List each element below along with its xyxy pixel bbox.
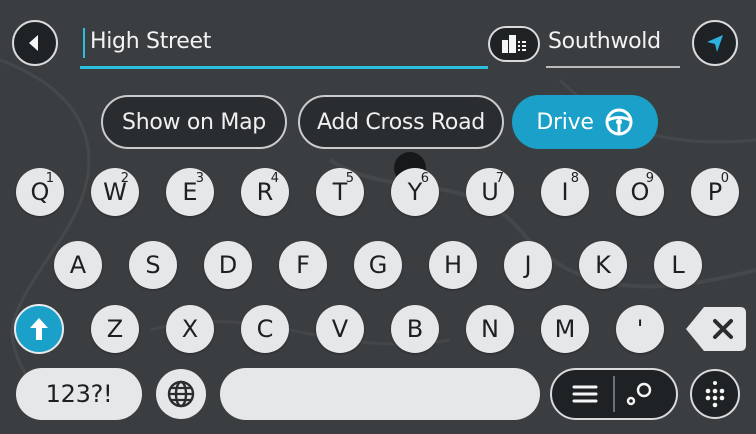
back-arrow-icon [29,35,38,51]
backspace-icon [686,307,746,351]
key-q[interactable]: Q1 [16,168,64,216]
navigation-arrow-icon [707,35,723,52]
back-button[interactable] [12,20,58,66]
key-w[interactable]: W2 [91,168,139,216]
key-x[interactable]: X [166,305,214,353]
key-n[interactable]: N [466,305,514,353]
key-e[interactable]: E3 [166,168,214,216]
key-apostrophe[interactable]: ' [616,305,664,353]
key-m[interactable]: M [541,305,589,353]
space-bar[interactable] [220,368,540,420]
shift-arrow-icon [30,318,48,340]
search-query: High Street [90,29,212,54]
numbers-toggle-label: 123?! [45,380,113,408]
key-a[interactable]: A [54,241,102,289]
city-underline [546,66,680,68]
key-g[interactable]: G [354,241,402,289]
add-cross-road-label: Add Cross Road [317,109,485,135]
keyboard-options-button[interactable] [690,369,740,419]
key-v[interactable]: V [316,305,364,353]
show-on-map-label: Show on Map [122,109,266,135]
key-o[interactable]: O9 [616,168,664,216]
key-k[interactable]: K [579,241,627,289]
language-button[interactable] [156,369,206,419]
numbers-toggle-button[interactable]: 123?! [16,368,142,420]
key-c[interactable]: C [241,305,289,353]
key-j[interactable]: J [504,241,552,289]
key-l[interactable]: L [654,241,702,289]
add-cross-road-button[interactable]: Add Cross Road [298,95,504,149]
key-s[interactable]: S [129,241,177,289]
drive-button[interactable]: Drive [512,95,658,149]
shift-key[interactable] [14,304,64,354]
key-t[interactable]: T5 [316,168,364,216]
key-r[interactable]: R4 [241,168,289,216]
city-field[interactable]: Southwold [546,20,680,72]
drive-label: Drive [536,109,594,135]
key-d[interactable]: D [204,241,252,289]
steering-wheel-icon [605,108,633,136]
key-u[interactable]: U7 [466,168,514,216]
search-input[interactable]: High Street [80,20,488,72]
key-y[interactable]: Y6 [391,168,439,216]
show-on-map-button[interactable]: Show on Map [101,95,287,149]
navigate-button[interactable] [692,20,738,66]
key-f[interactable]: F [279,241,327,289]
key-b[interactable]: B [391,305,439,353]
key-z[interactable]: Z [91,305,139,353]
search-underline [80,66,488,69]
city-search-button[interactable] [488,26,540,62]
city-value: Southwold [548,29,661,54]
globe-icon [167,380,195,408]
key-i[interactable]: I8 [541,168,589,216]
list-map-toggle-icon [572,376,652,412]
key-h[interactable]: H [429,241,477,289]
list-map-toggle[interactable] [550,368,678,420]
keyboard-icon [705,381,725,408]
key-p[interactable]: P0 [691,168,739,216]
backspace-key[interactable] [684,305,748,353]
text-cursor [83,28,85,58]
city-buildings-icon [502,35,526,53]
